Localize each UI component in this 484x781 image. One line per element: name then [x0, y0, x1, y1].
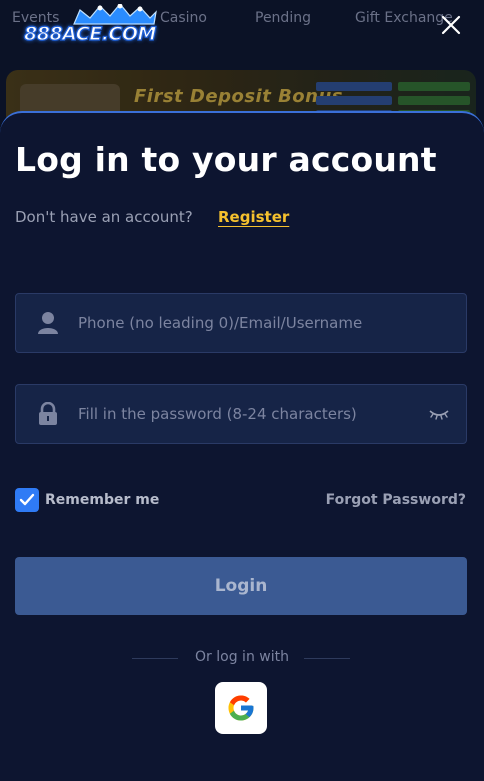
check-icon — [19, 493, 35, 506]
banner-block — [316, 96, 392, 105]
google-login-button[interactable] — [215, 682, 267, 734]
register-link[interactable]: Register — [218, 208, 289, 226]
site-logo[interactable]: 888ACE.COM — [22, 4, 172, 50]
username-input[interactable] — [78, 294, 428, 352]
login-modal: Log in to your account Don't have an acc… — [0, 111, 484, 781]
banner-block — [398, 96, 470, 105]
lock-icon — [39, 402, 57, 425]
password-input[interactable] — [78, 385, 428, 443]
eye-closed-icon[interactable] — [428, 405, 450, 423]
logo-text: 888ACE.COM — [23, 22, 157, 45]
username-field[interactable] — [15, 293, 467, 353]
nav-item-pending: Pending — [255, 10, 311, 26]
remember-checkbox[interactable] — [15, 488, 39, 512]
close-icon[interactable] — [437, 11, 465, 39]
password-field[interactable] — [15, 384, 467, 444]
remember-me-toggle[interactable]: Remember me — [15, 488, 159, 512]
banner-block — [316, 82, 392, 91]
login-button[interactable]: Login — [15, 557, 467, 615]
forgot-password-link[interactable]: Forgot Password? — [326, 492, 466, 508]
banner-block — [398, 82, 470, 91]
banner-title: First Deposit Bonus — [134, 86, 344, 107]
remember-label: Remember me — [45, 492, 160, 508]
or-login-with-text: Or log in with — [195, 649, 289, 665]
modal-title: Log in to your account — [15, 140, 437, 179]
page: Events Casino Pending Gift Exchange Firs… — [0, 0, 484, 781]
user-icon — [38, 312, 58, 334]
divider-right — [304, 658, 350, 659]
google-icon — [228, 695, 254, 721]
no-account-text: Don't have an account? — [15, 208, 193, 226]
